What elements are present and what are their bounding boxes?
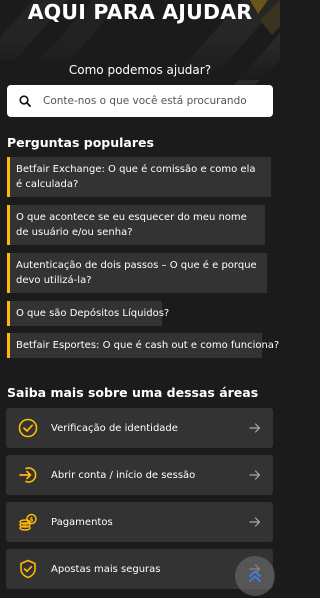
- area-label: Pagamentos: [51, 516, 113, 528]
- popular-question-1[interactable]: Betfair Exchange: O que é comissão e com…: [7, 157, 271, 197]
- search-input[interactable]: [41, 94, 265, 108]
- popular-question-4[interactable]: O que são Depósitos Líquidos?: [7, 301, 169, 326]
- coins-icon: $: [19, 513, 37, 531]
- popular-question-5[interactable]: Betfair Esportes: O que é cash out e com…: [7, 333, 279, 358]
- double-chevron-up-icon: [249, 570, 261, 582]
- search-icon: [19, 95, 31, 107]
- search-box[interactable]: [7, 85, 273, 117]
- help-subtitle: Como podemos ajudar?: [68, 63, 212, 77]
- popular-question-3[interactable]: Autenticação de dois passos – O que é e …: [7, 253, 267, 293]
- popular-question-2[interactable]: O que acontece se eu esquecer do meu nom…: [7, 205, 265, 245]
- area-payments[interactable]: $ Pagamentos: [6, 502, 273, 542]
- area-label: Verificação de identidade: [51, 422, 178, 434]
- arrow-right-icon: [249, 517, 261, 527]
- areas-title: Saiba mais sobre uma dessas áreas: [7, 385, 259, 400]
- area-safer-betting[interactable]: Apostas mais seguras: [6, 549, 273, 589]
- shield-check-icon: [20, 559, 36, 579]
- scroll-to-top-button[interactable]: [235, 556, 275, 596]
- check-circle-icon: [18, 418, 38, 438]
- area-label: Apostas mais seguras: [51, 563, 161, 575]
- area-identity-verification[interactable]: Verificação de identidade: [6, 408, 273, 448]
- svg-text:$: $: [29, 516, 33, 523]
- arrow-right-icon: [249, 470, 261, 480]
- area-account-login[interactable]: Abrir conta / início de sessão: [6, 455, 273, 495]
- area-label: Abrir conta / início de sessão: [51, 469, 196, 481]
- popular-questions-title: Perguntas populares: [7, 135, 154, 150]
- login-icon: [19, 467, 37, 483]
- arrow-right-icon: [249, 423, 261, 433]
- page-title: AQUI PARA AJUDAR: [27, 0, 253, 24]
